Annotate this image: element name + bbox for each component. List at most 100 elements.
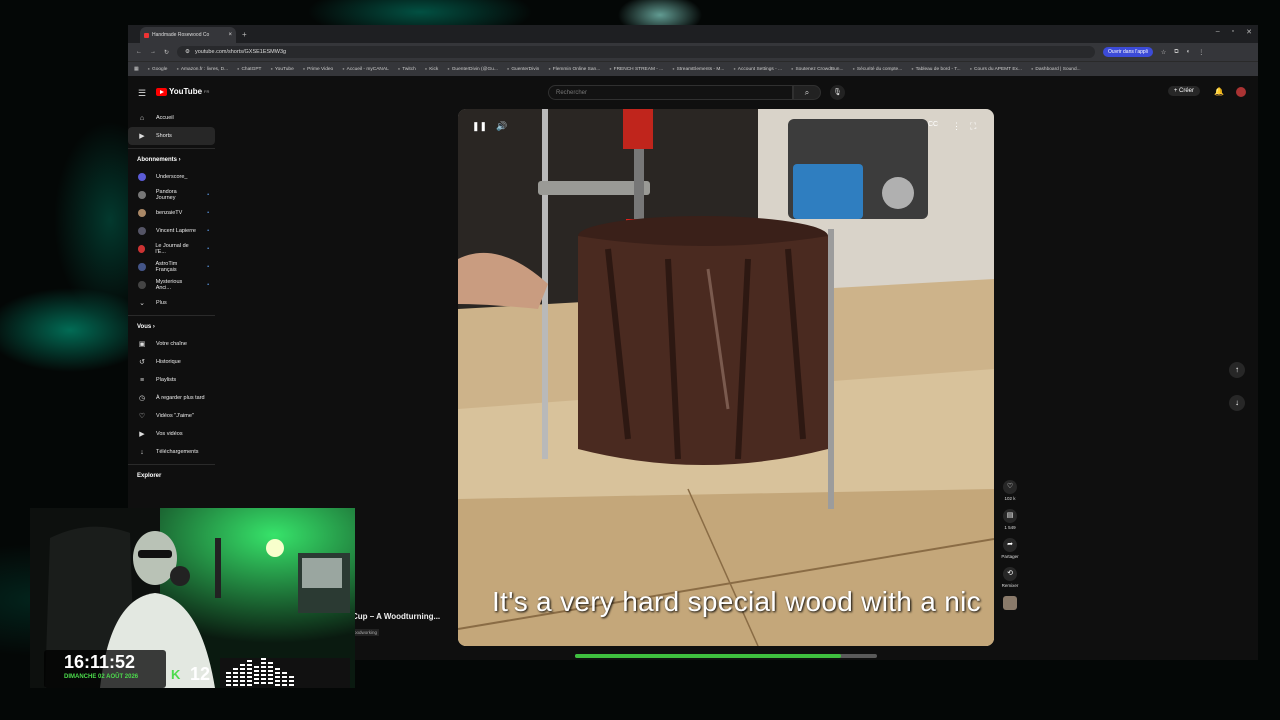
short-channel[interactable]: oodworking (352, 629, 380, 636)
short-title[interactable]: Cup – A Woodturning... (352, 612, 440, 621)
bookmark-item[interactable]: Tableau de bord - T... (911, 66, 961, 72)
new-tab-button[interactable]: + (242, 30, 247, 39)
apps-icon[interactable]: ▦ (134, 67, 139, 72)
video-progress-fill (575, 654, 841, 658)
bookmark-star-icon[interactable]: ☆ (1161, 49, 1166, 56)
site-info-icon[interactable]: ⚙ (185, 49, 190, 55)
divider (128, 464, 215, 465)
browser-menu-icon[interactable]: ⋮ (1198, 49, 1204, 56)
next-short-button[interactable]: ↓ (1229, 395, 1245, 411)
bookmark-item[interactable]: GuenterDivin (507, 66, 539, 72)
search-input[interactable]: Rechercher (548, 85, 793, 100)
profile-icon[interactable]: ◐ (1187, 49, 1191, 55)
bookmark-item[interactable]: Amazon.fr : livres, D... (176, 66, 228, 72)
notifications-bell-icon[interactable]: 🔔 (1214, 87, 1224, 96)
close-tab-icon[interactable]: × (228, 32, 232, 38)
reload-icon[interactable]: ↻ (164, 49, 169, 56)
youtube-logo[interactable]: YouTube FR (156, 87, 209, 96)
pause-icon[interactable]: ❚❚ (472, 121, 487, 132)
short-video-player[interactable]: ❚❚ 🔊 CC ⋮ ⛶ It's a very hard special woo… (458, 109, 994, 646)
subscription-item[interactable]: Underscore_ (128, 168, 223, 186)
sidebar-item-your-channel[interactable]: ▣ Votre chaîne (128, 335, 223, 353)
bookmark-item[interactable]: Accueil - myCANAL (342, 66, 389, 72)
close-window-icon[interactable]: ✕ (1246, 28, 1252, 36)
extensions-icon[interactable]: ⧉ (1174, 49, 1178, 56)
share-button[interactable]: ➦ (1003, 538, 1017, 552)
hamburger-menu-icon[interactable]: ☰ (138, 88, 146, 99)
subscriptions-heading[interactable]: Abonnements › (128, 152, 223, 168)
address-bar[interactable]: ⚙ youtube.com/shorts/GXSE1ESMW3g (177, 46, 1096, 58)
share-label: Partager (1001, 554, 1019, 559)
share-icon: ➦ (1007, 541, 1013, 548)
sidebar-item-more[interactable]: ⌄ Plus (128, 294, 223, 312)
clock-time: 16:11:52 (64, 652, 136, 672)
bookmark-item[interactable]: StreamElements - M... (672, 66, 725, 72)
tab-title: Handmade Rosewood Co (152, 32, 210, 38)
voice-search-button[interactable]: 🎙 (830, 85, 845, 100)
like-icon: ♡ (1006, 483, 1014, 490)
previous-short-button[interactable]: ↑ (1229, 362, 1245, 378)
like-button[interactable]: ♡ (1003, 480, 1017, 494)
bookmark-item[interactable]: YouTube (270, 66, 294, 72)
bookmark-item[interactable]: Prime Video (303, 66, 333, 72)
sidebar-item-watch-later[interactable]: ◷ À regarder plus tard (128, 389, 223, 407)
forward-icon[interactable]: → (150, 49, 156, 55)
bookmark-item[interactable]: ChatGPT (237, 66, 261, 72)
bookmark-item[interactable]: Kick (425, 66, 438, 72)
new-content-dot: • (207, 228, 209, 234)
sidebar-item-liked-videos[interactable]: ♡ Vidéos "J'aime" (128, 407, 223, 425)
sound-thumbnail[interactable] (1003, 596, 1017, 610)
remix-label: Remixer (1001, 583, 1019, 588)
bookmark-item[interactable]: Flemmin Online San... (548, 66, 600, 72)
sidebar-item-home[interactable]: ⌂ Accueil (128, 109, 223, 127)
browser-tab[interactable]: Handmade Rosewood Co × (140, 27, 236, 43)
remix-button[interactable]: ⟲ (1003, 567, 1017, 581)
channel-avatar (138, 173, 146, 181)
bookmark-item[interactable]: Dashboard | Sound... (1031, 66, 1080, 72)
search-button[interactable]: ⌕ (793, 85, 821, 100)
sidebar: ⌂ Accueil ▶ Shorts Abonnements › Underscor… (128, 109, 223, 484)
back-icon[interactable]: ← (136, 49, 142, 55)
maximize-icon[interactable]: ▫ (1232, 28, 1234, 36)
new-content-dot: • (207, 192, 209, 198)
comments-button[interactable]: ▤ (1003, 509, 1017, 523)
sidebar-item-history[interactable]: ↺ Historique (128, 353, 223, 371)
bookmark-item[interactable]: Sécurité du compte... (852, 66, 902, 72)
video-caption: It's a very hard special wood with a nic (492, 586, 981, 617)
open-app-button[interactable]: Ouvrir dans l'appli (1103, 47, 1153, 57)
sidebar-item-playlists[interactable]: ≡ Playlists (128, 371, 223, 389)
captions-icon[interactable]: CC (928, 121, 938, 128)
sidebar-item-shorts[interactable]: ▶ Shorts (128, 127, 215, 145)
video-frame (458, 109, 994, 646)
audio-visualizer (226, 658, 294, 686)
you-heading[interactable]: Vous › (128, 319, 223, 335)
subscription-item[interactable]: Vincent Lapierre • (128, 222, 223, 240)
volume-icon[interactable]: 🔊 (496, 121, 507, 132)
bookmark-item[interactable]: GuenterDivin (@Gu... (447, 66, 498, 72)
history-icon: ↺ (139, 359, 145, 366)
video-progress-bar[interactable] (575, 654, 877, 658)
bookmark-item[interactable]: Twitch (398, 66, 416, 72)
subscription-item[interactable]: AstroTim Français • (128, 258, 223, 276)
bookmark-item[interactable]: Cours du APEMT Ex... (970, 66, 1022, 72)
bookmark-item[interactable]: Google (148, 66, 167, 72)
bookmark-item[interactable]: Account Settings - ... (733, 66, 782, 72)
account-avatar[interactable] (1236, 87, 1246, 97)
sidebar-item-downloads[interactable]: ↓ Téléchargements (128, 443, 223, 461)
subscription-item[interactable]: Le Journal de l'E... • (128, 240, 223, 258)
create-button[interactable]: + Créer (1167, 86, 1200, 96)
subscription-item[interactable]: Mysterious Anci... • (128, 276, 223, 294)
minimize-icon[interactable]: – (1216, 28, 1220, 36)
bookmark-item[interactable]: FRENCH STREAM - ... (609, 66, 664, 72)
channel-avatar (138, 209, 146, 217)
clock-date: DIMANCHE 02 AOÛT 2026 (64, 674, 139, 680)
subscription-item[interactable]: Pandora Journey • (128, 186, 223, 204)
playlist-icon: ≡ (139, 376, 145, 384)
home-icon: ⌂ (139, 114, 145, 122)
sidebar-item-your-videos[interactable]: ▶ Vos vidéos (128, 425, 223, 443)
new-content-dot: • (207, 264, 209, 270)
fullscreen-icon[interactable]: ⛶ (970, 121, 976, 132)
subscription-item[interactable]: benzaieTV • (128, 204, 223, 222)
more-options-icon[interactable]: ⋮ (952, 121, 961, 132)
bookmark-item[interactable]: Soutenez CrowdBun... (791, 66, 843, 72)
